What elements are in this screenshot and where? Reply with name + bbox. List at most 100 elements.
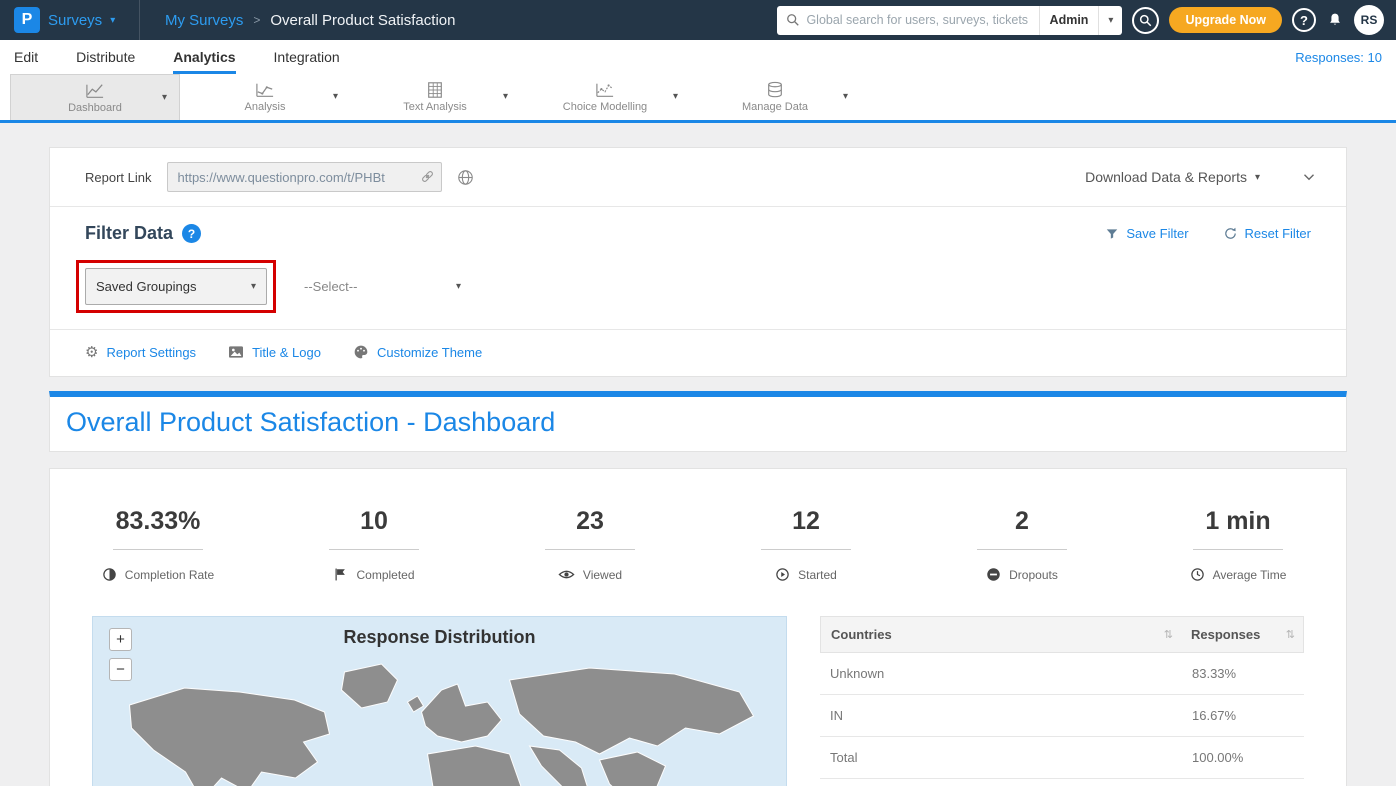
responses-count: Responses: 10 <box>1295 40 1396 74</box>
global-search: Admin ▾ <box>777 6 1122 35</box>
stat-divider <box>113 549 203 550</box>
reset-filter-button[interactable]: Reset Filter <box>1223 226 1311 241</box>
dashboard-title-card: Overall Product Satisfaction - Dashboard <box>49 391 1347 452</box>
search-icon <box>777 13 806 27</box>
tab-distribute[interactable]: Distribute <box>76 40 135 74</box>
caret-down-icon[interactable]: ▾ <box>333 91 338 102</box>
help-button[interactable]: ? <box>1292 8 1316 32</box>
stat-viewed: 23 Viewed <box>482 507 698 582</box>
toolbar-item-label: Choice Modelling <box>563 101 647 113</box>
stat-divider <box>545 549 635 550</box>
stat-value: 12 <box>698 507 914 536</box>
country-cell: IN <box>820 695 1184 736</box>
tab-edit[interactable]: Edit <box>14 40 38 74</box>
world-map[interactable] <box>93 650 786 786</box>
search-scope-dropdown[interactable]: ▾ <box>1098 6 1122 35</box>
breadcrumb-my-surveys[interactable]: My Surveys <box>165 12 243 29</box>
text-grid-icon <box>425 81 445 99</box>
avatar[interactable]: RS <box>1354 5 1384 35</box>
search-scope-label[interactable]: Admin <box>1039 6 1099 35</box>
table-row: Total 100.00% <box>820 737 1304 779</box>
saved-groupings-select[interactable]: Saved Groupings ▾ <box>85 268 267 305</box>
language-icon[interactable] <box>456 168 475 187</box>
search-button[interactable] <box>1132 7 1159 34</box>
funnel-icon <box>1105 227 1119 241</box>
report-panel-footer: ⚙ Report Settings Title & Logo Customize… <box>50 330 1346 376</box>
responses-cell: 83.33% <box>1184 653 1304 694</box>
report-link-field <box>167 162 442 192</box>
caret-down-icon[interactable]: ▾ <box>843 91 848 102</box>
sort-icon[interactable]: ⇅ <box>1286 628 1295 641</box>
save-filter-label: Save Filter <box>1126 226 1188 241</box>
map-zoom-out-button[interactable]: − <box>109 658 132 681</box>
table-row: IN 16.67% <box>820 695 1304 737</box>
caret-down-icon: ▾ <box>1255 172 1260 183</box>
database-icon <box>765 81 785 99</box>
stat-divider <box>761 549 851 550</box>
upgrade-button[interactable]: Upgrade Now <box>1169 7 1282 33</box>
help-glyph: ? <box>188 227 195 241</box>
breadcrumb-current: Overall Product Satisfaction <box>270 12 455 29</box>
countries-table: Countries ⇅ Responses ⇅ Unknown 83.33% <box>820 616 1304 779</box>
tab-analytics[interactable]: Analytics <box>173 40 235 74</box>
notifications-button[interactable] <box>1326 11 1344 29</box>
filter-data-title: Filter Data <box>85 223 173 244</box>
dashboard-content-card: 83.33% Completion Rate 10 Completed <box>49 468 1347 786</box>
line-chart-icon <box>85 82 105 100</box>
product-switcher[interactable]: P Surveys ▾ <box>0 0 140 40</box>
map-title: Response Distribution <box>93 617 786 650</box>
download-data-reports-menu[interactable]: Download Data & Reports ▾ <box>1085 169 1260 185</box>
caret-down-icon[interactable]: ▾ <box>162 92 167 103</box>
page: P Surveys ▾ My Surveys > Overall Product… <box>0 0 1396 786</box>
stat-label: Completion Rate <box>125 568 214 582</box>
tab-integration[interactable]: Integration <box>274 40 340 74</box>
toolbar-item-label: Analysis <box>245 101 286 113</box>
stat-value: 10 <box>266 507 482 536</box>
analytics-toolbar: Dashboard ▾ Analysis ▾ Text Analysis ▾ C… <box>0 74 1396 123</box>
title-logo-label: Title & Logo <box>252 345 321 360</box>
flag-icon <box>333 567 348 582</box>
map-zoom-in-button[interactable]: + <box>109 628 132 651</box>
save-filter-button[interactable]: Save Filter <box>1105 226 1188 241</box>
table-header: Countries ⇅ Responses ⇅ <box>820 616 1304 653</box>
link-icon <box>419 168 436 190</box>
report-link-input[interactable] <box>167 162 442 192</box>
caret-down-icon[interactable]: ▾ <box>503 91 508 102</box>
chevron-down-icon <box>1300 168 1318 186</box>
refresh-icon <box>1223 226 1238 241</box>
play-circle-icon <box>775 567 790 582</box>
collapse-panel-button[interactable] <box>1300 168 1318 186</box>
toolbar-item-choice-modelling[interactable]: Choice Modelling ▾ <box>520 74 690 120</box>
global-search-input[interactable] <box>806 6 1038 35</box>
filter-help-icon[interactable]: ? <box>182 224 201 243</box>
stat-value: 2 <box>914 507 1130 536</box>
annotation-highlight: Saved Groupings ▾ <box>76 260 276 313</box>
caret-down-icon: ▾ <box>110 15 115 26</box>
bell-icon <box>1326 11 1344 29</box>
breadcrumb: My Surveys > Overall Product Satisfactio… <box>165 12 455 29</box>
stat-label: Started <box>798 568 837 582</box>
customize-theme-link[interactable]: Customize Theme <box>353 344 482 360</box>
gear-icon: ⚙ <box>85 343 98 361</box>
report-settings-link[interactable]: ⚙ Report Settings <box>85 343 196 361</box>
caret-down-icon[interactable]: ▾ <box>673 91 678 102</box>
toolbar-item-manage-data[interactable]: Manage Data ▾ <box>690 74 860 120</box>
download-label: Download Data & Reports <box>1085 169 1247 185</box>
questionpro-logo: P <box>14 7 40 33</box>
stat-completed: 10 Completed <box>266 507 482 582</box>
visualizations-row: + − Response Distribution <box>92 616 1304 786</box>
modelling-chart-icon <box>595 81 615 99</box>
toolbar-item-analysis[interactable]: Analysis ▾ <box>180 74 350 120</box>
help-icon: ? <box>1300 13 1308 28</box>
grouping-value-select[interactable]: --Select-- ▾ <box>300 279 465 294</box>
title-logo-link[interactable]: Title & Logo <box>228 345 321 360</box>
top-bar: P Surveys ▾ My Surveys > Overall Product… <box>0 0 1396 40</box>
toolbar-item-text-analysis[interactable]: Text Analysis ▾ <box>350 74 520 120</box>
sort-icon[interactable]: ⇅ <box>1164 628 1173 641</box>
countries-header: Countries <box>831 627 892 642</box>
report-panel: Report Link Download Data & Reports ▾ <box>49 147 1347 377</box>
responses-header: Responses <box>1191 627 1260 642</box>
stat-divider <box>329 549 419 550</box>
toolbar-item-dashboard[interactable]: Dashboard ▾ <box>10 74 180 120</box>
caret-down-icon: ▾ <box>251 281 256 292</box>
